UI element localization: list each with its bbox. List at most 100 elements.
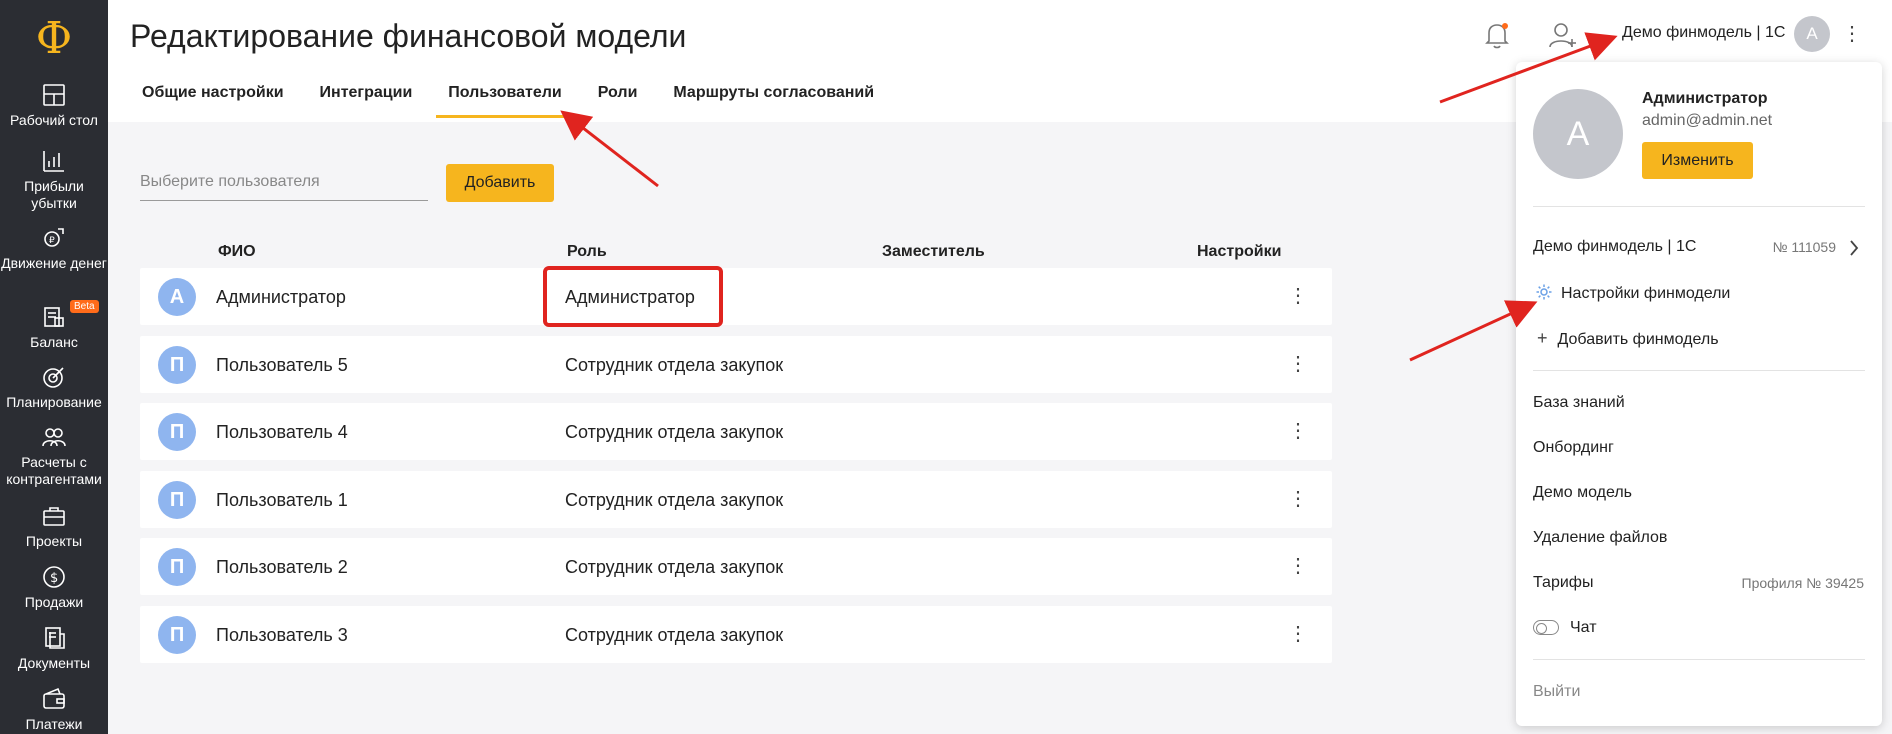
user-role[interactable]: Сотрудник отдела закупок [565, 490, 783, 511]
finmodel-switcher[interactable]: Демо финмодель | 1С [1622, 24, 1785, 42]
row-menu-icon[interactable]: ⋮ [1288, 621, 1308, 647]
wallet-icon [43, 687, 65, 709]
user-name: Пользователь 3 [216, 625, 348, 645]
column-header-settings: Настройки [1197, 243, 1282, 260]
row-menu-icon[interactable]: ⋮ [1288, 283, 1308, 309]
avatar: П [158, 548, 196, 586]
add-user-icon [1549, 23, 1576, 48]
table-row[interactable]: П Пользователь 4 Сотрудник отдела закупо… [140, 403, 1332, 460]
arrow-to-finmodel-settings [1409, 300, 1538, 362]
sidebar-item-projects[interactable]: Проекты [0, 503, 108, 550]
tab-general-settings[interactable]: Общие настройки [130, 84, 296, 118]
gear-icon [1536, 284, 1552, 300]
user-role[interactable]: Сотрудник отдела закупок [565, 557, 783, 578]
app-logo[interactable]: Ф [0, 8, 108, 68]
tariffs-item[interactable]: Тарифы [1533, 574, 1593, 592]
table-row[interactable]: П Пользователь 5 Сотрудник отдела закупо… [140, 336, 1332, 393]
dashboard-icon [43, 84, 65, 106]
profile-dropdown: А Администратор admin@admin.net Изменить… [1516, 62, 1882, 726]
documents-icon [45, 627, 65, 649]
settings-tabs: Общие настройки Интеграции Пользователи … [130, 84, 898, 118]
dollar-icon: $ [43, 566, 65, 588]
sidebar-item-balance[interactable]: Beta Баланс [0, 300, 108, 351]
sidebar: Ф Рабочий стол Прибыли убытки ₽ Движение… [0, 0, 108, 734]
tab-approval-routes[interactable]: Маршруты согласований [661, 84, 886, 118]
profile-name: Администратор [1642, 90, 1768, 107]
sidebar-item-cash-flow[interactable]: ₽ Движение денег [0, 225, 108, 272]
divider [1533, 370, 1865, 371]
money-flow-icon: ₽ [44, 228, 64, 247]
chat-label: Чат [1570, 619, 1597, 636]
tab-integrations[interactable]: Интеграции [308, 84, 425, 118]
plus-icon: + [1537, 328, 1548, 348]
row-menu-icon[interactable]: ⋮ [1288, 553, 1308, 579]
sidebar-item-label: Баланс [30, 334, 78, 350]
add-finmodel-item[interactable]: + Добавить финмодель [1537, 328, 1719, 349]
divider [1533, 206, 1865, 207]
sidebar-item-sales[interactable]: $ Продажи [0, 564, 108, 611]
finmodel-settings-label: Настройки финмодели [1561, 285, 1731, 302]
sidebar-item-profit-loss[interactable]: Прибыли убытки [0, 148, 108, 212]
avatar: А [158, 278, 196, 316]
row-menu-icon[interactable]: ⋮ [1288, 351, 1308, 377]
sidebar-item-documents[interactable]: Документы [0, 625, 108, 672]
chevron-right-icon[interactable] [1848, 239, 1860, 257]
sidebar-item-label: Планирование [6, 394, 102, 410]
edit-profile-button[interactable]: Изменить [1642, 142, 1753, 179]
user-role[interactable]: Сотрудник отдела закупок [565, 422, 783, 443]
delete-files-item[interactable]: Удаление файлов [1533, 529, 1667, 547]
bar-chart-icon [43, 151, 64, 172]
user-role[interactable]: Сотрудник отдела закупок [565, 355, 783, 376]
demo-model-item[interactable]: Демо модель [1533, 484, 1632, 502]
page-title: Редактирование финансовой модели [130, 18, 687, 54]
beta-badge: Beta [70, 300, 99, 313]
avatar: П [158, 616, 196, 654]
profile-avatar: А [1533, 89, 1623, 179]
svg-text:$: $ [50, 571, 58, 586]
user-name: Пользователь 4 [216, 422, 348, 442]
user-name: Администратор [216, 287, 346, 307]
profile-email: admin@admin.net [1642, 112, 1773, 129]
bell-icon [1485, 23, 1509, 49]
chat-toggle[interactable] [1533, 620, 1559, 635]
tab-roles[interactable]: Роли [586, 84, 650, 118]
add-user-button[interactable]: Добавить [446, 164, 554, 202]
invite-user-button[interactable] [1548, 20, 1578, 55]
avatar: П [158, 346, 196, 384]
row-menu-icon[interactable]: ⋮ [1288, 418, 1308, 444]
notifications-button[interactable] [1483, 20, 1511, 55]
avatar: П [158, 413, 196, 451]
column-header-role: Роль [567, 243, 607, 260]
add-finmodel-label: Добавить финмодель [1557, 331, 1719, 348]
table-row[interactable]: А Администратор Администратор ⋮ [140, 268, 1332, 325]
finmodel-settings-item[interactable]: Настройки финмодели [1535, 283, 1730, 303]
user-name: Пользователь 2 [216, 557, 348, 577]
divider [1533, 659, 1865, 660]
table-row[interactable]: П Пользователь 2 Сотрудник отдела закупо… [140, 538, 1332, 595]
row-menu-icon[interactable]: ⋮ [1288, 486, 1308, 512]
avatar: П [158, 481, 196, 519]
sidebar-item-label: Проекты [25, 533, 83, 549]
user-avatar[interactable]: А [1794, 16, 1830, 52]
logout-item[interactable]: Выйти [1533, 683, 1580, 701]
sidebar-item-label: Продажи [24, 594, 84, 610]
table-row[interactable]: П Пользователь 1 Сотрудник отдела закупо… [140, 471, 1332, 528]
arrow-to-users-tab [560, 110, 659, 188]
profile-number: Профиля № 39425 [1741, 575, 1864, 591]
column-header-fullname: ФИО [218, 243, 256, 260]
tab-users[interactable]: Пользователи [436, 84, 574, 118]
sidebar-item-label: Расчеты с контрагентами [6, 454, 102, 487]
user-name: Пользователь 5 [216, 355, 348, 375]
knowledge-base-item[interactable]: База знаний [1533, 394, 1625, 412]
user-role[interactable]: Сотрудник отдела закупок [565, 625, 783, 646]
sidebar-item-payments[interactable]: Платежи [0, 686, 108, 733]
sidebar-item-contractors[interactable]: Расчеты с контрагентами [0, 424, 108, 488]
sidebar-item-label: Движение денег [1, 255, 107, 271]
sidebar-item-planning[interactable]: Планирование [0, 364, 108, 411]
onboarding-item[interactable]: Онбординг [1533, 439, 1614, 457]
sidebar-item-dashboard[interactable]: Рабочий стол [0, 82, 108, 129]
more-menu-icon[interactable]: ⋮ [1842, 22, 1862, 46]
table-row[interactable]: П Пользователь 3 Сотрудник отдела закупо… [140, 606, 1332, 663]
contractors-icon [42, 428, 66, 447]
select-user-input[interactable]: Выберите пользователя [140, 165, 428, 201]
